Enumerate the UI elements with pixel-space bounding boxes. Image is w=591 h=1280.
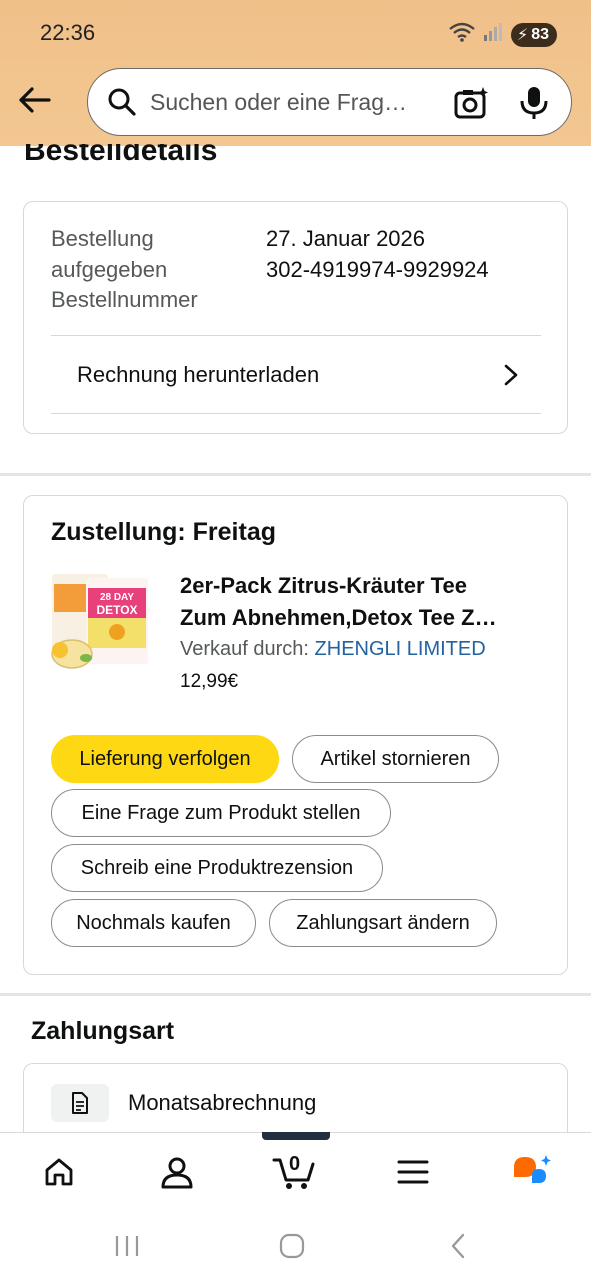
product-price: 12,99€ xyxy=(180,671,239,692)
product-title-line-2: Zum Abnehmen,Detox Tee Z… xyxy=(180,605,497,630)
order-placed-label-1: Bestellung xyxy=(51,226,154,251)
order-number: 302-4919974-9929924 xyxy=(266,256,489,282)
order-date: 27. Januar 2026 xyxy=(266,226,426,251)
status-time: 22:36 xyxy=(40,20,96,45)
order-info-labels: Bestellung aufgegeben Bestellnummer xyxy=(51,224,198,316)
battery-indicator: ⚡ 83 xyxy=(510,22,557,47)
order-info-values: 27. Januar 2026 302-4919974-9929924 xyxy=(266,224,489,285)
payment-section-title: Zahlungsart xyxy=(31,1017,175,1045)
document-icon xyxy=(51,1084,109,1122)
menu-icon[interactable] xyxy=(385,1147,441,1197)
system-navigation-bar xyxy=(0,1204,591,1280)
payment-method-label: Monatsabrechnung xyxy=(128,1090,317,1115)
recent-apps-icon[interactable] xyxy=(107,1226,147,1266)
seller-prefix: Verkauf durch: xyxy=(180,638,315,660)
delivery-title: Zustellung: Freitag xyxy=(51,518,276,546)
signal-icon xyxy=(483,23,503,46)
ask-question-button[interactable]: Eine Frage zum Produkt stellen xyxy=(51,789,391,837)
account-icon[interactable] xyxy=(149,1147,205,1197)
battery-level: 83 xyxy=(531,25,549,43)
section-separator xyxy=(0,993,591,996)
track-package-button[interactable]: Lieferung verfolgen xyxy=(51,735,279,783)
charging-icon: ⚡ xyxy=(516,26,529,44)
download-invoice-label: Rechnung herunterladen xyxy=(77,362,320,387)
cancel-item-button[interactable]: Artikel stornieren xyxy=(292,735,499,783)
camera-search-icon[interactable] xyxy=(453,85,489,121)
order-info-card: Bestellung aufgegeben Bestellnummer 27. … xyxy=(23,201,568,434)
order-number-label: Bestellnummer xyxy=(51,287,198,312)
product-title-line-1: 2er-Pack Zitrus-Kräuter Tee xyxy=(180,573,467,598)
home-icon[interactable] xyxy=(31,1147,87,1197)
wifi-icon xyxy=(449,22,475,47)
rufus-icon[interactable] xyxy=(504,1147,560,1197)
back-system-icon[interactable] xyxy=(438,1226,478,1266)
seller-link[interactable]: ZHENGLI LIMITED xyxy=(315,638,486,660)
chevron-right-icon xyxy=(504,364,518,386)
status-icons: ⚡ 83 xyxy=(449,22,557,47)
product-image[interactable]: 28 DAY DETOX xyxy=(50,570,154,674)
change-payment-button[interactable]: Zahlungsart ändern xyxy=(269,899,497,947)
cart-icon[interactable]: 0 xyxy=(266,1147,322,1197)
back-arrow-icon xyxy=(19,87,51,113)
bottom-navigation: 0 xyxy=(0,1132,591,1204)
microphone-icon[interactable] xyxy=(517,85,551,121)
product-image-text-bottom: DETOX xyxy=(96,603,137,617)
download-invoice-link[interactable]: Rechnung herunterladen xyxy=(51,336,541,414)
search-icon xyxy=(106,86,138,118)
product-title[interactable]: 2er-Pack Zitrus-Kräuter Tee Zum Abnehmen… xyxy=(180,570,540,634)
seller-info: Verkauf durch: ZHENGLI LIMITED xyxy=(180,638,486,661)
search-input[interactable] xyxy=(150,88,430,116)
order-placed-label-2: aufgegeben xyxy=(51,256,168,282)
section-separator xyxy=(0,473,591,476)
buy-again-button[interactable]: Nochmals kaufen xyxy=(51,899,256,947)
delivery-card: Zustellung: Freitag 28 DAY DETOX 2er-Pac… xyxy=(23,495,568,975)
divider xyxy=(51,413,541,414)
search-bar[interactable] xyxy=(87,68,572,136)
write-review-button[interactable]: Schreib eine Produktrezension xyxy=(51,844,383,892)
active-tab-indicator xyxy=(262,1132,330,1140)
back-button[interactable] xyxy=(16,82,52,118)
top-header: 22:36 ⚡ 83 xyxy=(0,0,591,146)
product-image-text-top: 28 DAY xyxy=(100,592,134,603)
home-system-icon[interactable] xyxy=(272,1226,312,1266)
cart-count: 0 xyxy=(289,1153,301,1175)
